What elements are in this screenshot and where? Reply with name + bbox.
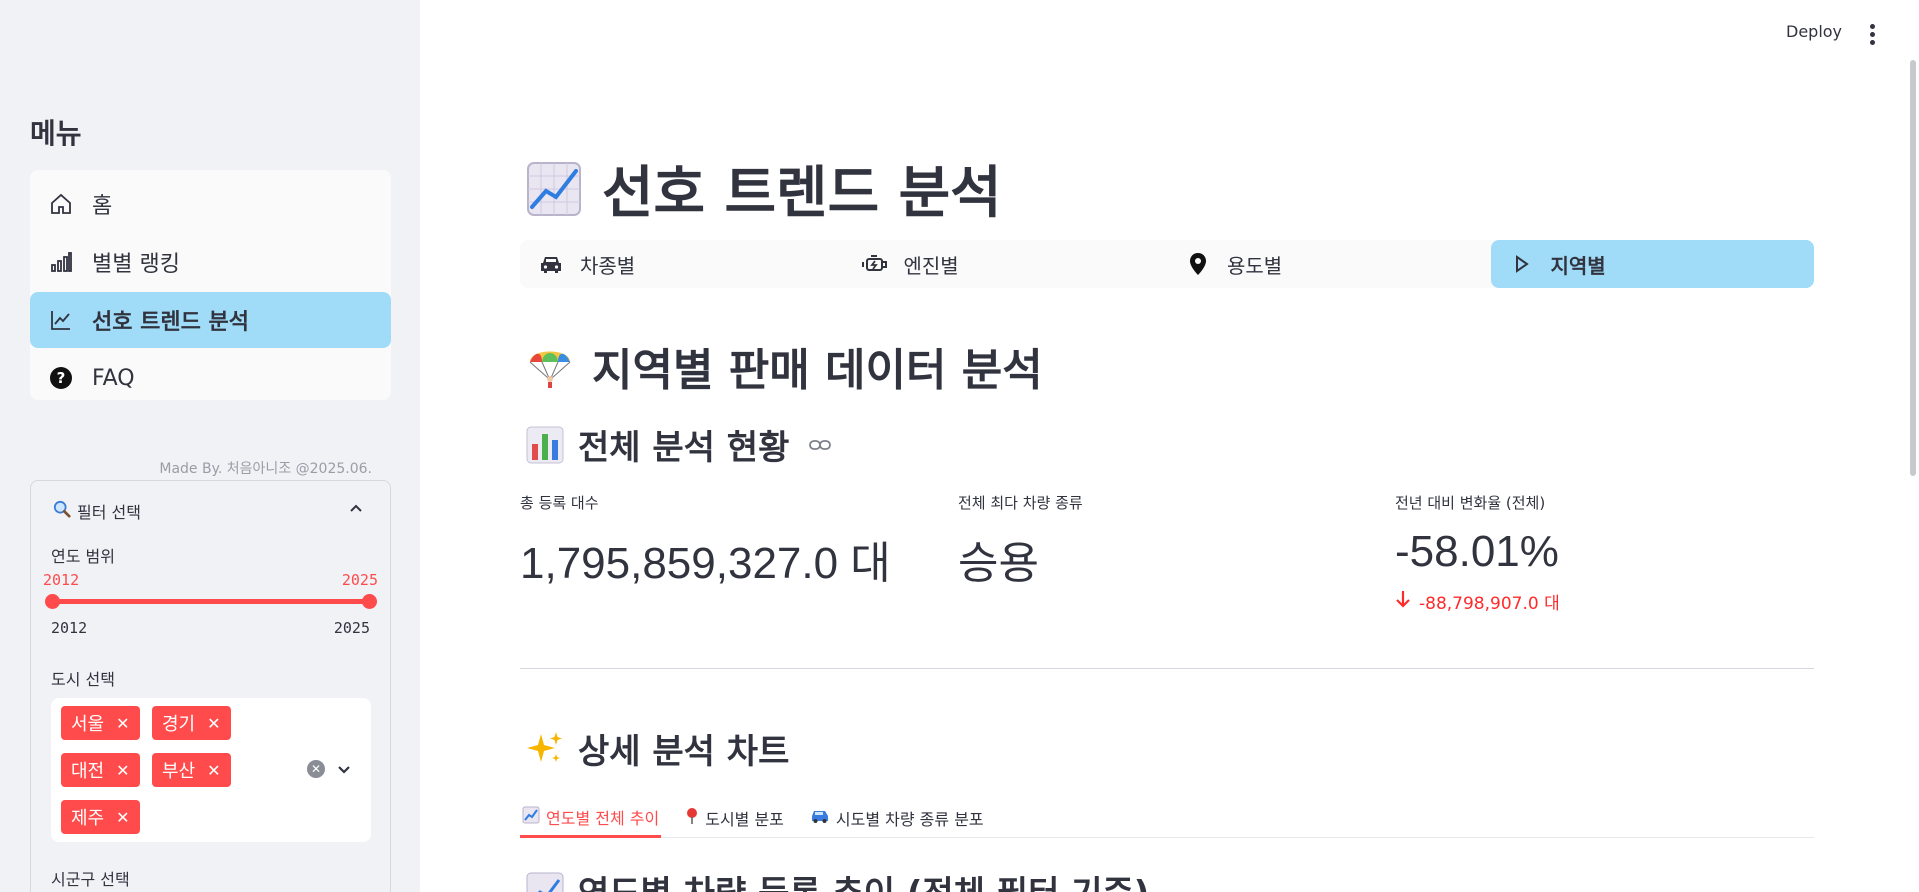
- filter-title: 필터 선택: [77, 503, 141, 522]
- sidebar-item-label: 선호 트렌드 분석: [92, 310, 249, 335]
- play-icon: [1509, 251, 1535, 277]
- metric-label: 전년 대비 변화율 (전체): [1395, 494, 1546, 512]
- remove-tag-icon[interactable]: ✕: [116, 761, 129, 780]
- page-title: 선호 트렌드 분석: [526, 148, 1002, 229]
- chart-heading: 연도별 차량 등록 추이 (전체 필터 기준): [526, 866, 1149, 892]
- filter-expander: 필터 선택 연도 범위 2012 2025 2012 2025 도시 선택 서울…: [30, 480, 391, 892]
- city-tag[interactable]: 대전 ✕: [61, 753, 140, 787]
- sidebar-item-ranking[interactable]: 별별 랭킹: [30, 234, 391, 290]
- svg-text:?: ?: [57, 369, 66, 387]
- tab-region[interactable]: 지역별: [1490, 240, 1814, 288]
- year-min-selected: 2012: [43, 571, 80, 589]
- city-tag[interactable]: 부산 ✕: [152, 753, 231, 787]
- metric-delta: -88,798,907.0 대: [1395, 589, 1560, 614]
- chart-up-emoji-icon: [522, 806, 540, 828]
- engine-icon: [861, 251, 888, 277]
- car-emoji-icon: [810, 808, 830, 828]
- clear-all-icon[interactable]: ✕: [307, 760, 325, 778]
- metric-total-registrations: 총 등록 대수 1,795,859,327.0 대: [520, 492, 891, 591]
- tab-usage[interactable]: 용도별: [1167, 240, 1491, 288]
- bar-chart-emoji-icon: [526, 426, 564, 464]
- year-range-label: 연도 범위: [51, 547, 115, 566]
- bar-chart-icon: [48, 249, 74, 275]
- year-range-slider[interactable]: [45, 594, 377, 609]
- arrow-down-icon: [1395, 590, 1411, 613]
- tab-yearly-trend[interactable]: 연도별 전체 추이: [520, 798, 662, 838]
- remove-tag-icon[interactable]: ✕: [116, 714, 129, 733]
- overview-heading: 전체 분석 현황: [526, 420, 832, 469]
- question-circle-icon: ?: [48, 365, 74, 391]
- sidebar-item-trend[interactable]: 선호 트렌드 분석: [30, 292, 391, 348]
- sidebar-item-label: 별별 랭킹: [92, 252, 180, 277]
- city-tag[interactable]: 서울 ✕: [61, 706, 140, 740]
- more-menu-icon[interactable]: [1862, 22, 1882, 46]
- sidebar: 메뉴 홈 별별 랭킹 선호 트렌드 분석 ? FAQ Made By. 처음아니…: [0, 0, 420, 892]
- pin-emoji-icon: [685, 807, 699, 829]
- tab-province-vehicle-types[interactable]: 시도별 차량 종류 분포: [808, 798, 986, 838]
- city-select-label: 도시 선택: [51, 670, 115, 689]
- home-icon: [48, 191, 74, 217]
- city-tag[interactable]: 경기 ✕: [152, 706, 231, 740]
- remove-tag-icon[interactable]: ✕: [116, 808, 129, 827]
- menu-box: 홈 별별 랭킹 선호 트렌드 분석 ? FAQ: [30, 170, 391, 400]
- location-pin-icon: [1185, 251, 1211, 277]
- menu-title: 메뉴: [30, 117, 82, 150]
- made-by-text: Made By. 처음아니조 @2025.06.: [159, 461, 372, 477]
- metric-label: 총 등록 대수: [520, 494, 599, 512]
- chart-up-icon: [526, 161, 582, 217]
- sparkles-icon: [526, 730, 564, 768]
- chart-up-icon: [526, 872, 564, 892]
- slider-min-handle[interactable]: [45, 594, 60, 609]
- car-icon: [538, 251, 564, 277]
- tab-engine[interactable]: 엔진별: [844, 240, 1168, 288]
- sidebar-item-home[interactable]: 홈: [30, 176, 391, 232]
- metric-label: 전체 최다 차량 종류: [958, 494, 1083, 512]
- year-min-bound: 2012: [51, 619, 88, 637]
- metric-value: -58.01%: [1395, 527, 1559, 576]
- city-tag[interactable]: 제주 ✕: [61, 800, 140, 834]
- tab-city-distribution[interactable]: 도시별 분포: [683, 798, 786, 838]
- metric-value: 승용: [958, 539, 1039, 588]
- city-multiselect[interactable]: 서울 ✕ 경기 ✕ 대전 ✕ 부산 ✕ 제주 ✕ ✕: [51, 698, 371, 842]
- trend-chart-icon: [48, 307, 74, 333]
- slider-max-handle[interactable]: [362, 594, 377, 609]
- section-title: 지역별 판매 데이터 분석: [526, 334, 1043, 398]
- chevron-up-icon[interactable]: [344, 497, 368, 521]
- filter-header[interactable]: 필터 선택: [53, 499, 141, 523]
- metric-value: 1,795,859,327.0 대: [520, 539, 891, 588]
- scrollbar[interactable]: [1910, 60, 1916, 476]
- year-max-selected: 2025: [341, 571, 378, 589]
- detail-heading: 상세 분석 차트: [526, 724, 789, 773]
- category-navbar: 차종별 엔진별 용도별 지역별: [520, 240, 1814, 288]
- metric-top-vehicle-type: 전체 최다 차량 종류 승용: [958, 492, 1083, 591]
- chevron-down-icon[interactable]: [333, 758, 355, 780]
- metric-yoy-change: 전년 대비 변화율 (전체) -58.01% -88,798,907.0 대: [1395, 492, 1560, 614]
- divider: [520, 668, 1814, 669]
- tab-vehicle-type[interactable]: 차종별: [520, 240, 844, 288]
- sidebar-item-faq[interactable]: ? FAQ: [30, 350, 391, 406]
- sidebar-item-label: 홈: [92, 194, 113, 219]
- sidebar-item-label: FAQ: [92, 365, 135, 391]
- magnifier-icon: [53, 500, 71, 522]
- link-icon[interactable]: [809, 438, 832, 452]
- remove-tag-icon[interactable]: ✕: [207, 714, 220, 733]
- district-select-label: 시군구 선택: [51, 870, 130, 889]
- remove-tag-icon[interactable]: ✕: [207, 761, 220, 780]
- deploy-button[interactable]: Deploy: [1786, 22, 1842, 41]
- parachute-icon: [526, 342, 574, 390]
- chart-tabs: 연도별 전체 추이 도시별 분포 시도별 차량 종류 분포: [520, 798, 1814, 838]
- year-max-bound: 2025: [333, 619, 370, 637]
